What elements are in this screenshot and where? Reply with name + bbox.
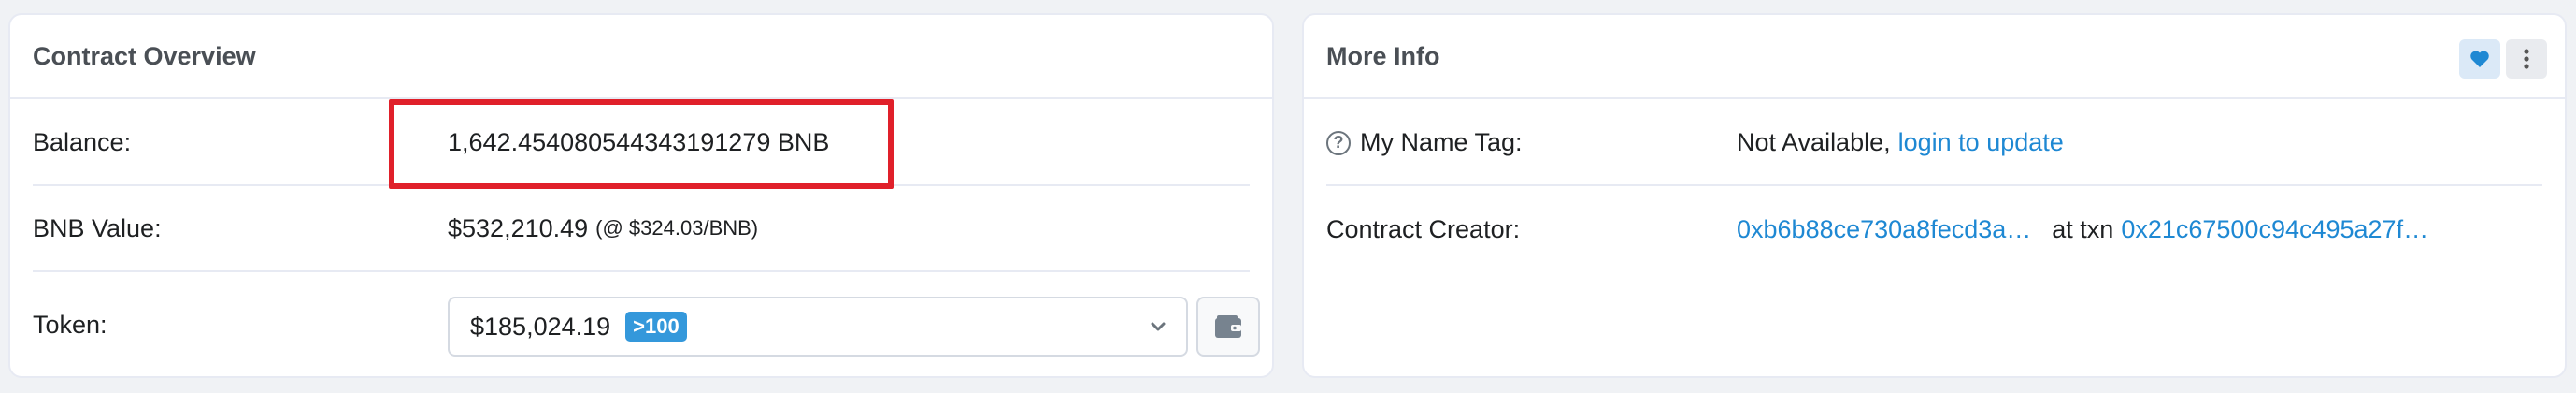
more-info-card: More Info ? My Name Tag: Not Available, … xyxy=(1302,13,2567,378)
page: Contract Overview Balance: 1,642.4540805… xyxy=(0,0,2576,393)
more-info-title: More Info xyxy=(1326,41,1440,70)
bnb-rate: (@ $324.03/BNB) xyxy=(595,216,759,240)
creator-address-link[interactable]: 0xb6b88ce730a8fecd3a… xyxy=(1737,215,2031,244)
vertical-ellipsis-icon xyxy=(2524,49,2529,69)
bnb-value-group: $532,210.49 (@ $324.03/BNB) xyxy=(448,214,758,243)
contract-creator-value-group: 0xb6b88ce730a8fecd3a… at txn 0x21c67500c… xyxy=(1737,215,2428,244)
creator-txn-link[interactable]: 0x21c67500c94c495a27f… xyxy=(2121,215,2428,244)
contract-overview-title: Contract Overview xyxy=(33,41,256,70)
heart-icon xyxy=(2470,51,2489,67)
bnb-value-label: BNB Value: xyxy=(33,213,162,242)
balance-row: Balance: 1,642.454080544343191279 BNB xyxy=(33,101,1250,186)
token-count-badge: >100 xyxy=(625,312,687,342)
wallet-icon xyxy=(1215,315,1241,338)
contract-creator-label: Contract Creator: xyxy=(1326,214,1521,243)
name-tag-row: ? My Name Tag: Not Available, login to u… xyxy=(1326,101,2542,186)
name-tag-value-group: Not Available, login to update xyxy=(1737,128,2064,157)
bnb-value: $532,210.49 xyxy=(448,213,589,242)
token-value: $185,024.19 xyxy=(470,312,611,341)
login-to-update-link[interactable]: login to update xyxy=(1898,128,2064,157)
at-txn-label: at txn xyxy=(2052,214,2114,243)
name-tag-value: Not Available, xyxy=(1737,128,1891,156)
contract-creator-row: Contract Creator: 0xb6b88ce730a8fecd3a… … xyxy=(1326,186,2542,272)
balance-value: 1,642.454080544343191279 BNB xyxy=(448,128,830,156)
token-holdings-dropdown[interactable]: $185,024.19 >100 xyxy=(448,297,1188,357)
contract-overview-header: Contract Overview xyxy=(10,15,1272,99)
name-tag-label: My Name Tag: xyxy=(1360,128,1523,156)
balance-label: Balance: xyxy=(33,128,132,156)
token-label: Token: xyxy=(33,311,107,339)
name-tag-label-group: ? My Name Tag: xyxy=(1326,128,1523,157)
more-info-header: More Info xyxy=(1304,15,2565,99)
bnb-value-row: BNB Value: $532,210.49 (@ $324.03/BNB) xyxy=(33,186,1250,272)
question-circle-icon[interactable]: ? xyxy=(1326,130,1351,155)
contract-overview-card: Contract Overview Balance: 1,642.4540805… xyxy=(8,13,1274,378)
favorite-button[interactable] xyxy=(2459,39,2500,79)
more-options-button[interactable] xyxy=(2506,39,2547,79)
wallet-button[interactable] xyxy=(1196,297,1260,357)
chevron-down-icon xyxy=(1151,322,1166,331)
